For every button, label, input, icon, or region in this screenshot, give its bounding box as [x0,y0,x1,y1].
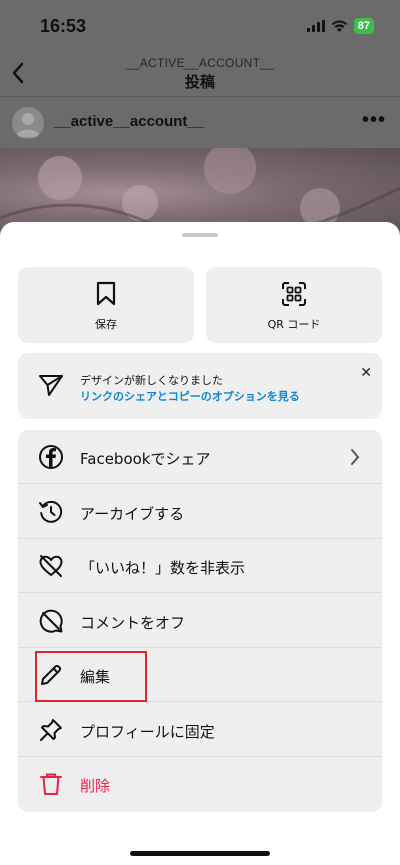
wifi-icon [331,20,347,32]
options-menu: Facebookでシェア アーカイブする 「いいね！」数を非表示 コメントをオフ… [18,430,382,812]
menu-item-edit[interactable]: 編集 [18,648,382,702]
status-bar: 16:53 87 [0,0,400,52]
avatar[interactable] [12,107,44,139]
menu-item-label: 削除 [80,777,111,795]
menu-item-pin-profile[interactable]: プロフィールに固定 [18,703,382,757]
menu-item-label: コメントをオフ [80,613,186,632]
share-notice: デザインが新しくなりました リンクのシェアとコピーのオプションを見る ✕ [18,353,382,419]
home-indicator [130,851,270,856]
sheet-grabber[interactable] [182,233,218,237]
bookmark-icon [96,281,116,306]
header-account: __ACTIVE__ACCOUNT__ [125,56,275,70]
page-title: 投稿 [184,74,215,91]
menu-item-archive[interactable]: アーカイブする [18,485,382,539]
menu-item-label: 編集 [80,668,111,686]
comment-off-icon [39,609,63,633]
menu-item-hide-likes[interactable]: 「いいね！」数を非表示 [18,539,382,593]
post-username[interactable]: __active__account__ [54,113,204,130]
chevron-right-icon [351,449,360,465]
pencil-icon [41,664,62,685]
menu-item-label: Facebookでシェア [80,450,211,468]
more-options-icon[interactable]: ••• [362,109,386,132]
menu-item-delete[interactable]: 削除 [18,757,382,811]
notice-text: デザインが新しくなりました [80,374,223,387]
menu-item-share-facebook[interactable]: Facebookでシェア [18,430,382,484]
heart-slash-icon [39,555,63,577]
paper-plane-icon [39,375,63,396]
qr-code-label: QR コード [267,318,321,331]
status-icons: 87 [306,18,374,34]
menu-item-label: アーカイブする [80,504,185,523]
top-nav: __ACTIVE__ACCOUNT__ 投稿 [0,52,400,96]
menu-item-comments-off[interactable]: コメントをオフ [18,594,382,648]
post-header: __active__account__ ••• [0,96,400,148]
pin-icon [40,718,62,741]
close-icon[interactable]: ✕ [360,365,372,381]
trash-icon [40,773,62,795]
save-label: 保存 [95,318,117,331]
battery-indicator: 87 [353,18,374,34]
menu-item-label: 「いいね！」数を非表示 [80,559,246,577]
signal-icon [306,20,325,32]
menu-item-label: プロフィールに固定 [80,722,215,741]
qr-code-icon [282,282,306,306]
options-sheet: 保存 QR コード デザインが新しくなりました リンクのシェアとコピーのオプショ… [0,222,400,865]
notice-link[interactable]: リンクのシェアとコピーのオプションを見る [80,388,300,404]
archive-history-icon [39,500,63,523]
status-time: 16:53 [40,16,87,36]
default-avatar-icon [16,113,40,137]
qr-code-button[interactable]: QR コード [206,267,382,343]
facebook-icon [39,445,63,469]
save-button[interactable]: 保存 [18,267,194,343]
